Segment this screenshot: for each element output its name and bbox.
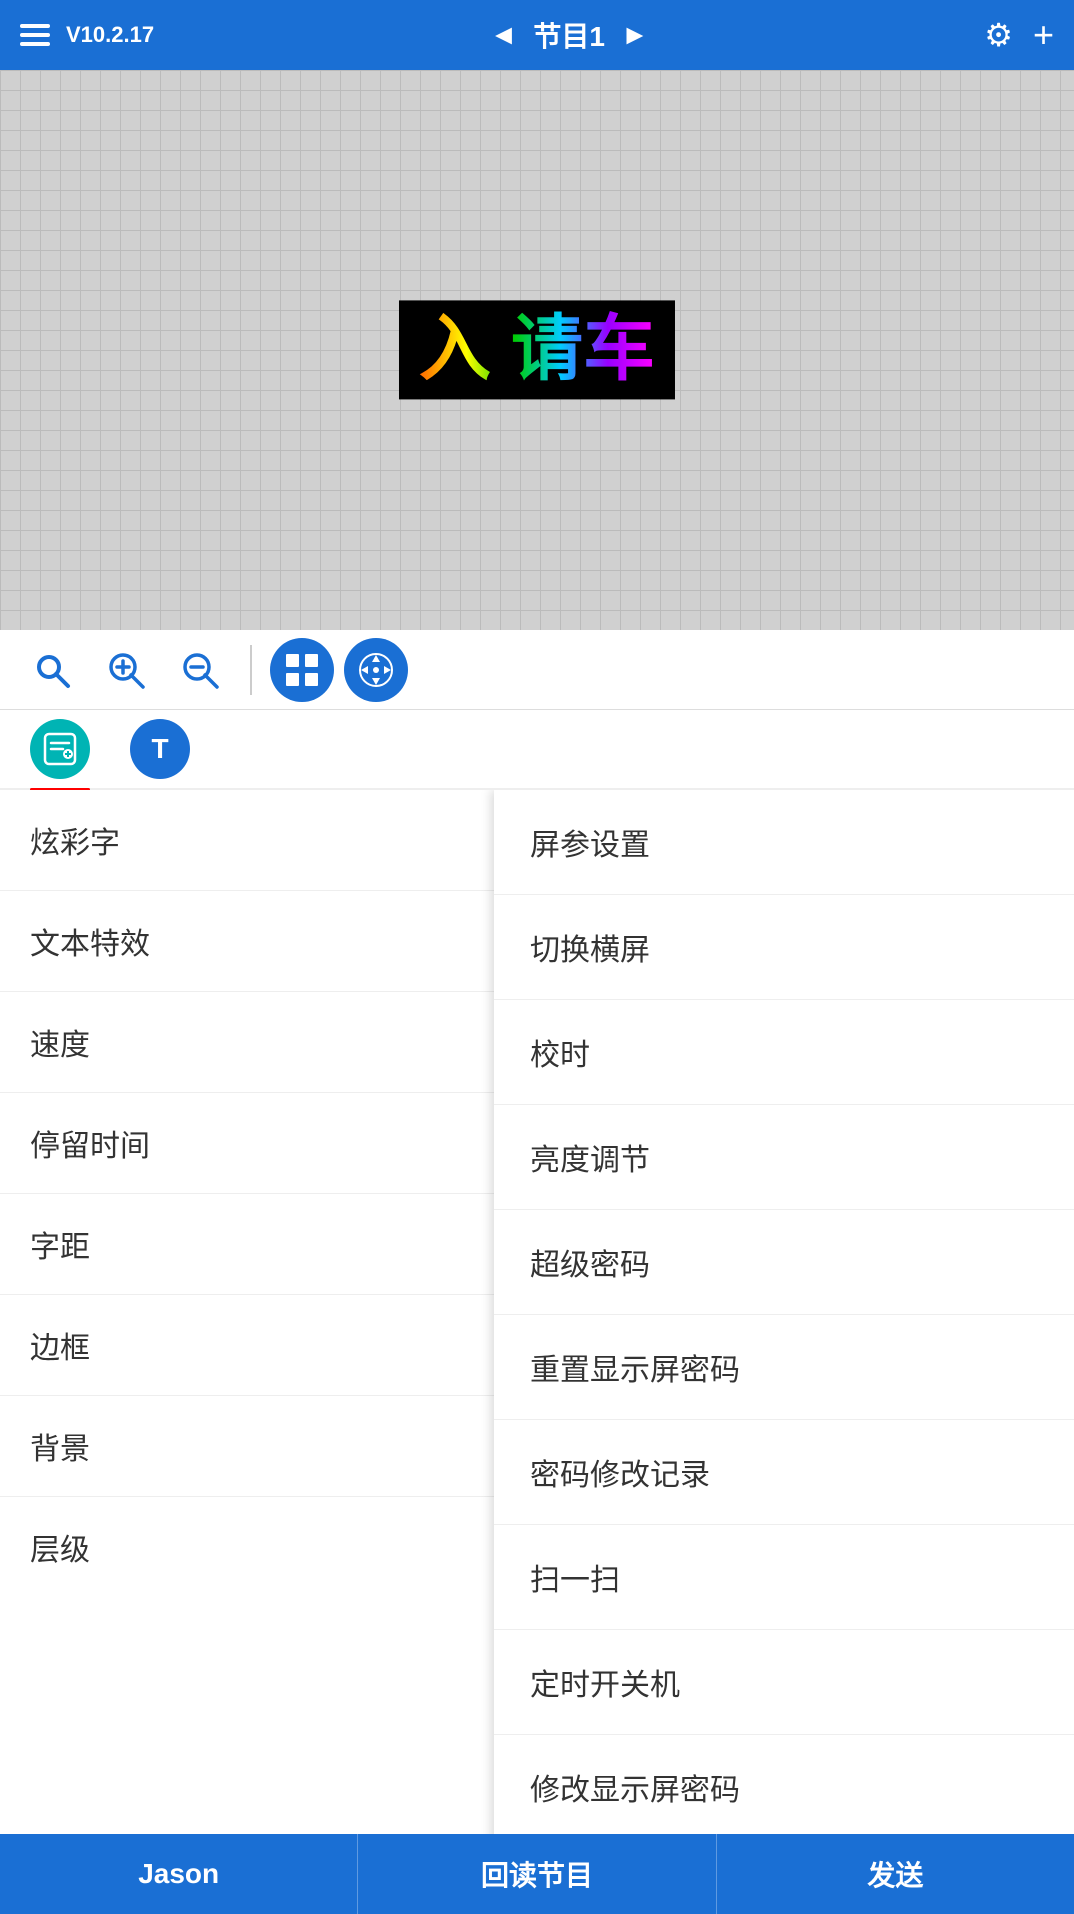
toolbar-divider xyxy=(250,645,252,695)
menu-item-change-screen-password[interactable]: 修改显示屏密码 xyxy=(494,1735,1074,1840)
canvas-text: 入 请车 xyxy=(419,310,655,389)
add-icon[interactable]: + xyxy=(1033,14,1054,56)
zoom-in-button[interactable] xyxy=(94,638,158,702)
bottom-bar: Jason 回读节目 发送 xyxy=(0,1834,1074,1914)
tab-bar: T xyxy=(0,710,1074,790)
canvas-area[interactable]: 入 请车 xyxy=(0,70,1074,630)
reload-program-button[interactable]: 回读节目 xyxy=(358,1834,716,1914)
tab-settings[interactable] xyxy=(30,719,90,779)
menu-item-switch-landscape[interactable]: 切换横屏 xyxy=(494,895,1074,1000)
menu-item-scan[interactable]: 扫一扫 xyxy=(494,1525,1074,1630)
menu-item-super-password[interactable]: 超级密码 xyxy=(494,1210,1074,1315)
header-nav: ◄ 节目1 ► xyxy=(490,15,649,55)
jason-button[interactable]: Jason xyxy=(0,1834,358,1914)
menu-icon[interactable] xyxy=(20,24,50,46)
send-button[interactable]: 发送 xyxy=(717,1834,1074,1914)
canvas-content: 入 请车 xyxy=(399,300,675,399)
move-button[interactable] xyxy=(344,638,408,702)
menu-item-screen-settings[interactable]: 屏参设置 xyxy=(494,790,1074,895)
version-label: V10.2.17 xyxy=(66,22,154,48)
menu-item-timer-switch[interactable]: 定时开关机 xyxy=(494,1630,1074,1735)
content-area: 炫彩字 文本特效 速度 停留时间 字距 边框 背景 层级 屏参设置 切换横屏 校… xyxy=(0,790,1074,1914)
header-right: ⚙ + xyxy=(984,14,1054,56)
header-left: V10.2.17 xyxy=(20,22,154,48)
menu-item-calibrate-time[interactable]: 校时 xyxy=(494,1000,1074,1105)
header: V10.2.17 ◄ 节目1 ► ⚙ + xyxy=(0,0,1074,70)
program-title: 节目1 xyxy=(533,15,605,55)
text-tab-label: T xyxy=(151,733,168,765)
zoom-out-button[interactable] xyxy=(168,638,232,702)
search-tool-button[interactable] xyxy=(20,638,84,702)
tab-text[interactable]: T xyxy=(130,719,190,779)
toolbar xyxy=(0,630,1074,710)
prev-arrow-icon[interactable]: ◄ xyxy=(490,19,518,51)
menu-item-password-history[interactable]: 密码修改记录 xyxy=(494,1420,1074,1525)
app-container: V10.2.17 ◄ 节目1 ► ⚙ + 入 请车 xyxy=(0,0,1074,1914)
dropdown-menu: 屏参设置 切换横屏 校时 亮度调节 超级密码 重置显示屏密码 密码修改记录 扫一… xyxy=(494,790,1074,1914)
next-arrow-icon[interactable]: ► xyxy=(621,19,649,51)
menu-item-brightness[interactable]: 亮度调节 xyxy=(494,1105,1074,1210)
grid-view-button[interactable] xyxy=(270,638,334,702)
settings-icon[interactable]: ⚙ xyxy=(984,16,1013,54)
menu-item-reset-screen-password[interactable]: 重置显示屏密码 xyxy=(494,1315,1074,1420)
